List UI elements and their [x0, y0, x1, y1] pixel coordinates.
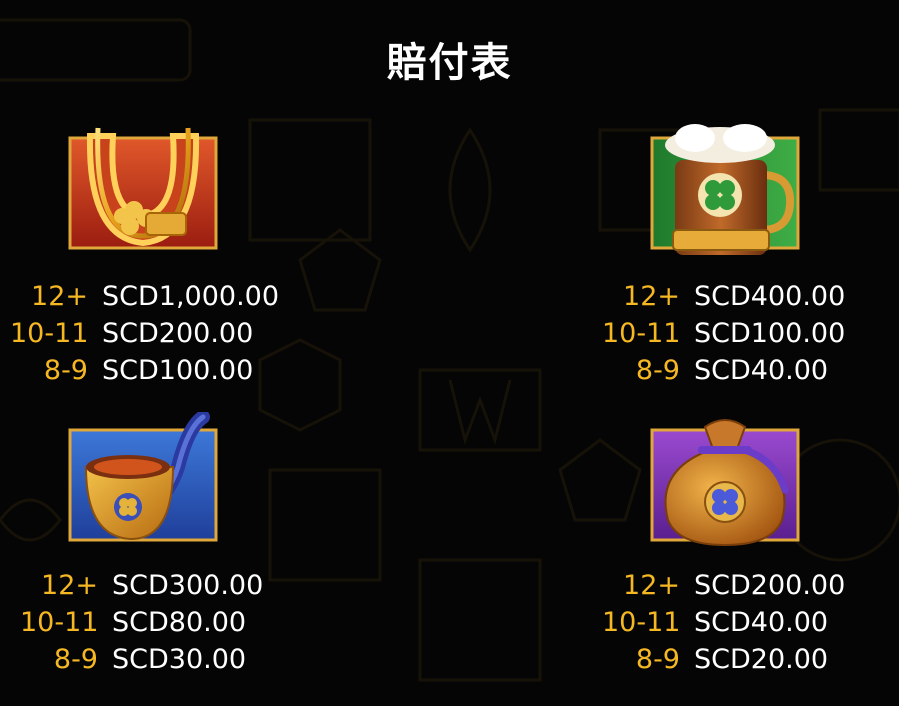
match-count: 10-11	[602, 607, 681, 638]
money-bag-icon	[650, 419, 800, 547]
beer-mug-pay-table: 12+ SCD400.00 10-11 SCD100.00 8-9 SCD40.00	[602, 278, 845, 389]
payout-amount: SCD40.00	[694, 607, 829, 638]
pay-row: 10-11 SCD200.00	[10, 315, 279, 352]
payout-amount: SCD300.00	[112, 570, 264, 601]
horseshoe-symbol	[68, 118, 218, 253]
match-count: 8-9	[635, 644, 680, 675]
pay-row: 12+ SCD400.00	[602, 278, 845, 315]
pipe-pay-table: 12+ SCD300.00 10-11 SCD80.00 8-9 SCD30.00	[20, 567, 263, 678]
payout-amount: SCD200.00	[694, 570, 846, 601]
horseshoe-pay-table: 12+ SCD1,000.00 10-11 SCD200.00 8-9 SCD100.…	[10, 278, 279, 389]
pipe-symbol	[68, 412, 218, 547]
money-bag-symbol	[650, 412, 800, 547]
pay-row: 10-11 SCD80.00	[20, 604, 263, 641]
pay-row: 12+ SCD200.00	[602, 567, 845, 604]
match-count: 8-9	[53, 644, 98, 675]
payout-amount: SCD80.00	[112, 607, 247, 638]
match-count: 10-11	[10, 318, 89, 349]
payout-amount: SCD100.00	[694, 318, 846, 349]
beer-mug-symbol	[650, 120, 800, 255]
match-count: 8-9	[43, 355, 88, 386]
payout-amount: SCD200.00	[102, 318, 254, 349]
payout-amount: SCD100.00	[102, 355, 254, 386]
payout-amount: SCD30.00	[112, 644, 247, 675]
match-count: 12+	[41, 570, 98, 601]
payout-amount: SCD1,000.00	[102, 281, 280, 312]
pipe-icon	[68, 412, 218, 542]
pay-row: 10-11 SCD40.00	[602, 604, 845, 641]
page-title: 賠付表	[386, 40, 513, 86]
pay-row: 8-9 SCD40.00	[602, 352, 845, 389]
pay-row: 8-9 SCD20.00	[602, 641, 845, 678]
pay-row: 8-9 SCD100.00	[10, 352, 279, 389]
pay-row: 12+ SCD300.00	[20, 567, 263, 604]
payout-amount: SCD40.00	[694, 355, 829, 386]
match-count: 8-9	[635, 355, 680, 386]
pay-row: 10-11 SCD100.00	[602, 315, 845, 352]
payout-amount: SCD400.00	[694, 281, 846, 312]
pay-row: 8-9 SCD30.00	[20, 641, 263, 678]
match-count: 10-11	[20, 607, 99, 638]
horseshoe-icon	[68, 127, 218, 250]
match-count: 12+	[31, 281, 88, 312]
beer-mug-icon	[650, 124, 800, 255]
match-count: 12+	[623, 570, 680, 601]
match-count: 10-11	[602, 318, 681, 349]
money-bag-pay-table: 12+ SCD200.00 10-11 SCD40.00 8-9 SCD20.00	[602, 567, 845, 678]
payout-amount: SCD20.00	[694, 644, 829, 675]
match-count: 12+	[623, 281, 680, 312]
pay-row: 12+ SCD1,000.00	[10, 278, 279, 315]
